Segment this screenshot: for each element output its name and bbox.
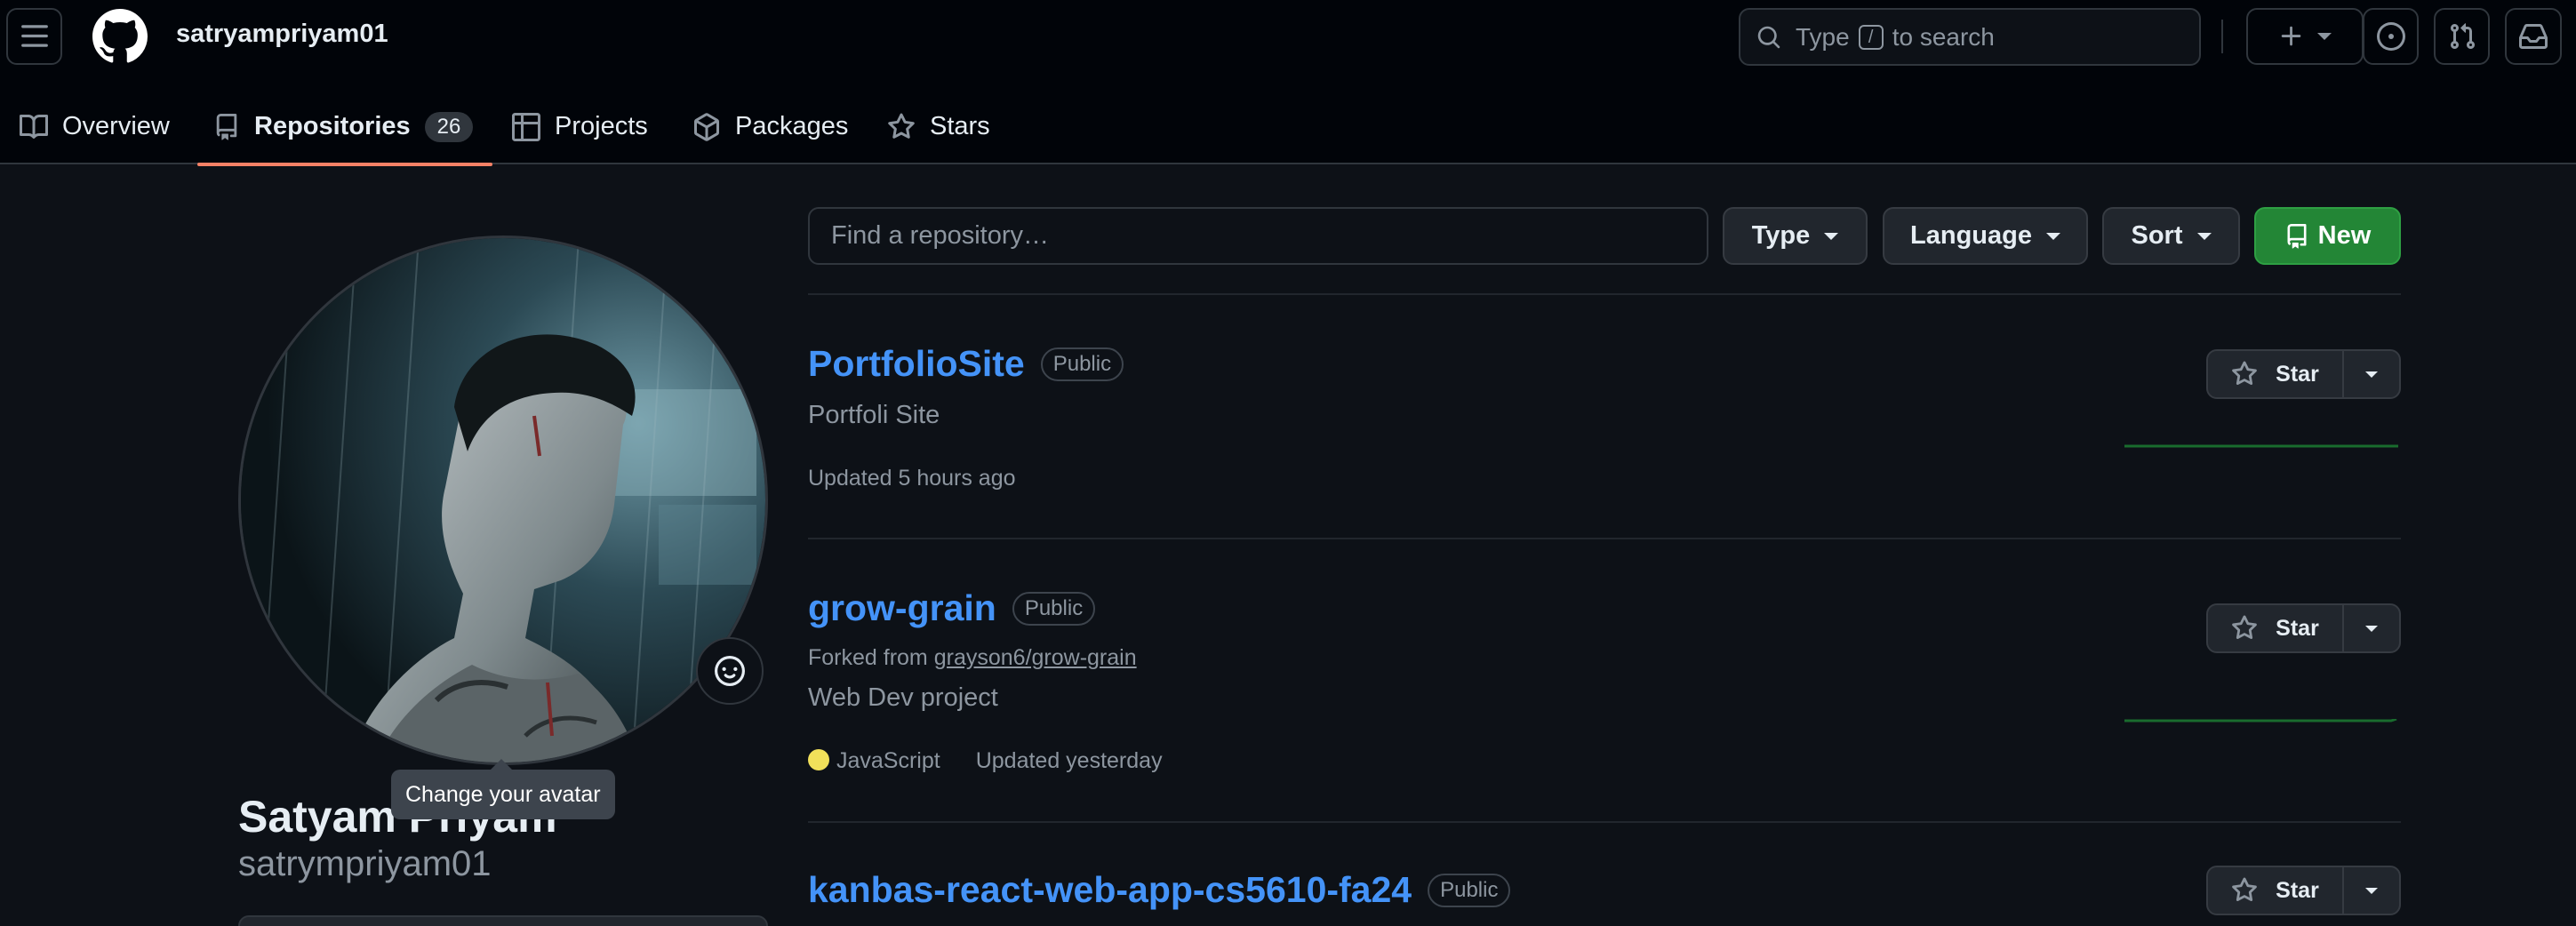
inbox-icon xyxy=(2519,23,2548,49)
avatar-image xyxy=(241,238,765,762)
tab-overview[interactable]: Overview xyxy=(20,89,170,164)
star-button-group: Star xyxy=(2206,349,2401,399)
repo-name-link[interactable]: kanbas-react-web-app-cs5610-fa24 xyxy=(808,869,1412,911)
list-divider xyxy=(808,293,2401,295)
issues-button[interactable] xyxy=(2363,8,2419,65)
search-prefix: Type xyxy=(1796,22,1850,51)
repo-icon xyxy=(2287,223,2307,249)
global-header: satryampriyam01 Type / to search Overvie… xyxy=(0,0,2576,166)
issue-opened-icon xyxy=(2376,22,2405,51)
header-username[interactable]: satryampriyam01 xyxy=(176,20,388,49)
new-repository-button[interactable]: New xyxy=(2254,207,2401,265)
type-filter-label: Type xyxy=(1751,221,1811,250)
set-status-button[interactable] xyxy=(696,637,764,705)
global-search-input[interactable]: Type / to search xyxy=(1739,8,2201,66)
new-repository-label: New xyxy=(2317,221,2372,250)
menu-button[interactable] xyxy=(6,8,62,65)
search-icon xyxy=(1757,26,1780,48)
avatar-tooltip: Change your avatar xyxy=(391,759,615,819)
search-shortcut-key: / xyxy=(1858,24,1884,50)
repo-name-link[interactable]: grow-grain xyxy=(808,587,996,629)
star-list-dropdown[interactable] xyxy=(2344,351,2399,397)
repo-icon xyxy=(216,113,237,140)
hamburger-icon xyxy=(20,25,48,47)
tab-packages[interactable]: Packages xyxy=(692,89,848,164)
git-pull-request-icon xyxy=(2450,23,2475,50)
chevron-down-icon xyxy=(1824,232,1839,240)
chevron-down-icon xyxy=(2365,371,2378,378)
chevron-down-icon xyxy=(2196,232,2212,240)
star-button-group: Star xyxy=(2206,866,2401,915)
inbox-button[interactable] xyxy=(2505,8,2562,65)
find-repository-input[interactable] xyxy=(808,207,1708,265)
list-item: PortfolioSite Public Portfoli Site Updat… xyxy=(808,343,2401,491)
search-suffix: to search xyxy=(1892,22,1995,51)
forked-prefix: Forked from xyxy=(808,645,928,670)
table-icon xyxy=(512,112,540,141)
tab-projects[interactable]: Projects xyxy=(512,89,648,164)
sort-button[interactable]: Sort xyxy=(2102,207,2240,265)
repositories-count-badge: 26 xyxy=(424,111,474,142)
repo-description: Web Dev project xyxy=(808,683,998,712)
plus-icon xyxy=(2281,26,2301,46)
list-divider xyxy=(808,821,2401,823)
activity-sparkline xyxy=(2124,719,2397,722)
profile-avatar[interactable] xyxy=(238,235,768,765)
smiley-icon xyxy=(715,656,745,686)
forked-from: Forked from grayson6/grow-grain xyxy=(808,645,2401,671)
chevron-down-icon xyxy=(2317,33,2332,40)
github-logo-icon[interactable] xyxy=(92,9,148,64)
star-button[interactable]: Star xyxy=(2208,351,2344,397)
language-filter-button[interactable]: Language xyxy=(1883,207,2088,265)
sort-label: Sort xyxy=(2131,221,2183,250)
header-divider xyxy=(2221,20,2223,53)
repo-updated: Updated yesterday xyxy=(975,748,1163,773)
repo-updated: Updated 5 hours ago xyxy=(808,466,1016,491)
star-list-dropdown[interactable] xyxy=(2344,867,2399,914)
chevron-down-icon xyxy=(2045,232,2060,240)
star-icon xyxy=(888,113,915,139)
tab-repositories-label: Repositories xyxy=(254,112,411,140)
activity-sparkline xyxy=(2124,444,2398,448)
star-button-group: Star xyxy=(2206,603,2401,653)
repo-language-label: JavaScript xyxy=(836,748,940,773)
type-filter-button[interactable]: Type xyxy=(1723,207,1868,265)
tab-stars-label: Stars xyxy=(930,112,990,140)
star-icon xyxy=(2232,615,2258,640)
star-button[interactable]: Star xyxy=(2208,605,2344,651)
star-label: Star xyxy=(2276,615,2319,641)
tab-projects-label: Projects xyxy=(555,112,648,140)
book-icon xyxy=(20,114,48,139)
repo-name-link[interactable]: PortfolioSite xyxy=(808,343,1025,385)
chevron-down-icon xyxy=(2365,625,2378,632)
forked-from-link[interactable]: grayson6/grow-grain xyxy=(934,645,1137,670)
list-divider xyxy=(808,538,2401,539)
star-button[interactable]: Star xyxy=(2208,867,2344,914)
edit-profile-button[interactable] xyxy=(238,915,768,926)
profile-login: satrympriyam01 xyxy=(238,844,492,883)
tab-packages-label: Packages xyxy=(735,112,849,140)
repo-description: Portfoli Site xyxy=(808,401,940,429)
list-item: grow-grain Public Forked from grayson6/g… xyxy=(808,587,2401,774)
tab-overview-label: Overview xyxy=(62,112,170,140)
star-icon xyxy=(2232,361,2258,386)
package-icon xyxy=(694,112,719,141)
star-icon xyxy=(2232,877,2258,902)
visibility-badge: Public xyxy=(1428,873,1511,907)
tab-repositories[interactable]: Repositories 26 xyxy=(197,89,493,166)
star-label: Star xyxy=(2276,361,2319,387)
repo-language: JavaScript xyxy=(808,748,940,774)
tab-stars[interactable]: Stars xyxy=(887,89,990,164)
visibility-badge: Public xyxy=(1012,591,1096,626)
list-item: kanbas-react-web-app-cs5610-fa24 Public xyxy=(808,869,2401,911)
star-label: Star xyxy=(2276,877,2319,903)
create-new-button[interactable] xyxy=(2246,8,2364,65)
pull-requests-button[interactable] xyxy=(2434,8,2490,65)
chevron-down-icon xyxy=(2365,887,2378,894)
language-color-dot xyxy=(808,749,829,770)
star-list-dropdown[interactable] xyxy=(2344,605,2399,651)
language-filter-label: Language xyxy=(1910,221,2032,250)
visibility-badge: Public xyxy=(1040,347,1124,381)
